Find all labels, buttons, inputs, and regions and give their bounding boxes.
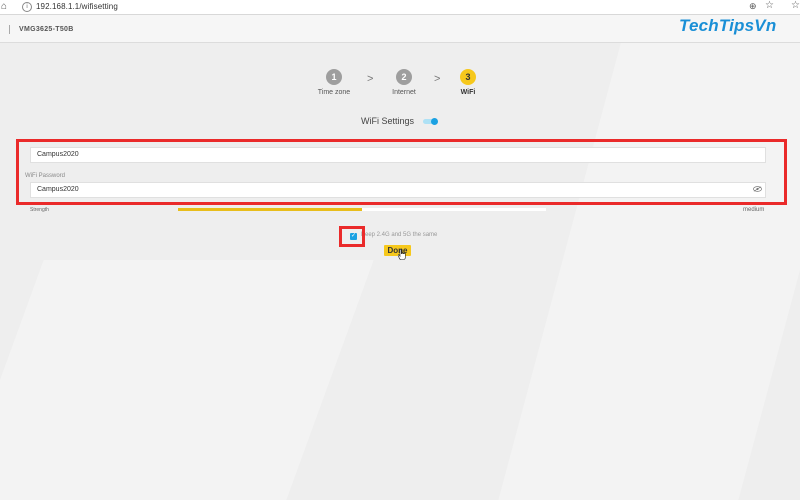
strength-meter-fill — [178, 208, 362, 211]
home-icon[interactable]: ⌂ — [1, 1, 7, 12]
step-internet: 2 Internet — [384, 69, 424, 96]
step-label: WiFi — [460, 89, 476, 96]
step-wifi: 3 WiFi — [448, 69, 488, 96]
strength-meter — [178, 208, 546, 211]
hand-cursor-icon — [398, 249, 406, 260]
strength-label: Strength — [30, 207, 49, 213]
watermark-logo: TechTipsVn — [679, 16, 777, 35]
background-shape — [498, 40, 800, 500]
wifi-toggle[interactable] — [423, 118, 438, 125]
step-number: 3 — [460, 69, 476, 85]
bookmark-star-icon[interactable]: ☆ — [765, 0, 774, 11]
model-name: VMG3625-T50B — [19, 26, 74, 33]
step-label: Internet — [392, 89, 416, 96]
step-number: 1 — [326, 69, 342, 85]
step-time-zone: 1 Time zone — [314, 69, 354, 96]
wifi-settings-title: WiFi Settings — [361, 116, 415, 126]
info-icon[interactable]: i — [22, 2, 32, 12]
background-shape — [0, 260, 374, 500]
favorites-icon[interactable]: ☆ — [791, 0, 800, 11]
keep-same-label: Keep 2.4G and 5G the same — [361, 232, 438, 238]
header-divider — [9, 25, 10, 34]
highlight-box-checkbox — [339, 226, 365, 247]
strength-value: medium — [743, 207, 765, 213]
step-label: Time zone — [317, 89, 351, 96]
url-text[interactable]: 192.168.1.1/wifisetting — [36, 2, 118, 11]
step-separator: > — [367, 73, 374, 85]
toggle-knob — [431, 118, 438, 125]
highlight-box-wifi-fields — [16, 139, 787, 205]
browser-address-bar: ⌂ i 192.168.1.1/wifisetting ⊕ ☆ ☆ — [0, 0, 800, 15]
step-number: 2 — [396, 69, 412, 85]
step-separator: > — [434, 73, 441, 85]
zoom-icon[interactable]: ⊕ — [749, 1, 757, 12]
